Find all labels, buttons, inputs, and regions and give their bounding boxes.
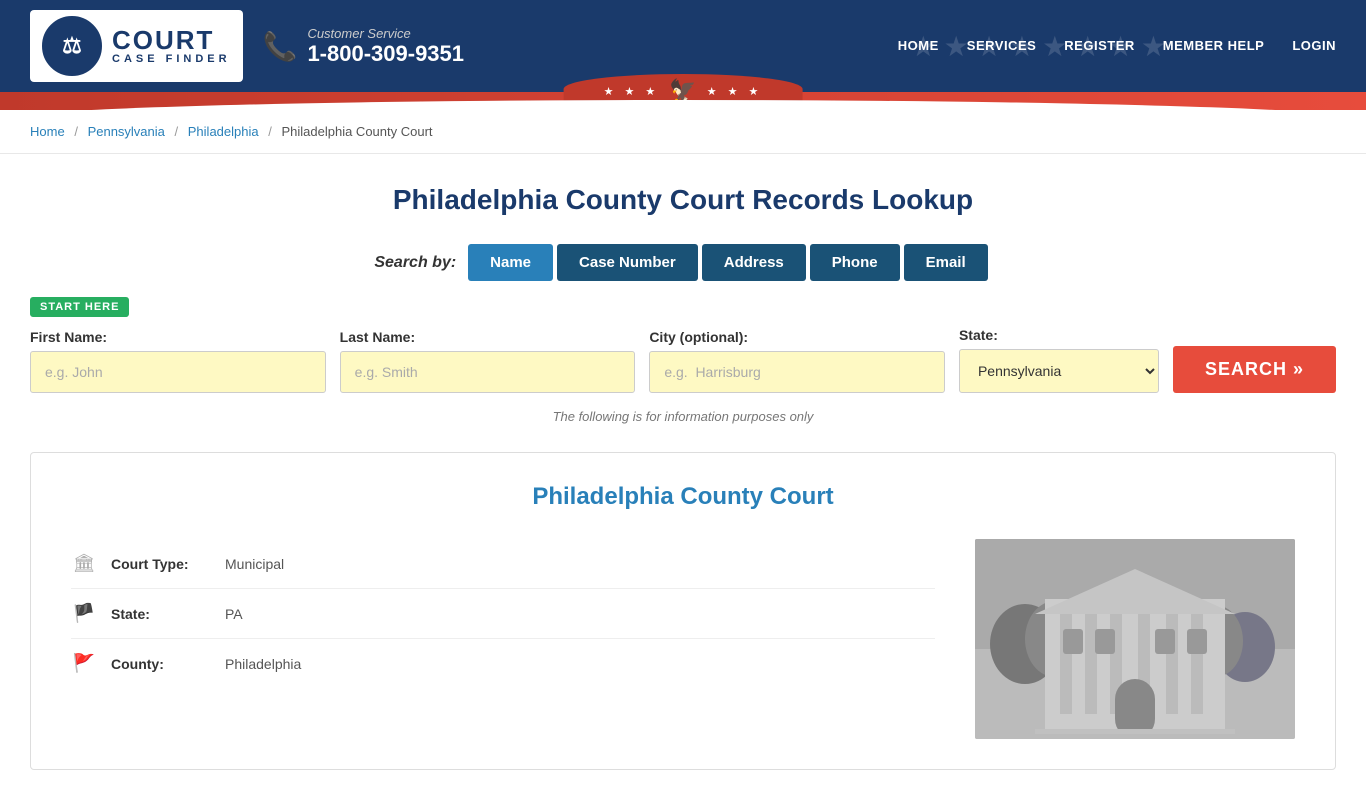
logo-court-text: COURT	[112, 27, 231, 53]
breadcrumb-sep-2: /	[175, 124, 179, 139]
search-form: First Name: Last Name: City (optional): …	[30, 327, 1336, 393]
city-input[interactable]	[649, 351, 945, 393]
search-form-area: START HERE First Name: Last Name: City (…	[30, 297, 1336, 393]
breadcrumb-pennsylvania[interactable]: Pennsylvania	[88, 124, 165, 139]
court-type-icon: 🏛	[71, 553, 97, 574]
last-name-field: Last Name:	[340, 329, 636, 393]
nav-register[interactable]: REGISTER	[1064, 38, 1134, 55]
search-by-label: Search by:	[374, 254, 456, 272]
logo-sub-text: CASE FINDER	[112, 53, 231, 65]
court-info-body: 🏛 Court Type: Municipal 🏴 State: PA 🚩 Co…	[71, 539, 1295, 739]
search-button[interactable]: SEARCH »	[1173, 346, 1336, 393]
last-name-label: Last Name:	[340, 329, 636, 345]
eagle-icon: 🦅	[669, 78, 696, 104]
cs-info: Customer Service 1-800-309-9351	[307, 26, 464, 67]
court-type-label: Court Type:	[111, 556, 211, 572]
state-field: State: Pennsylvania AlabamaAlaskaArizona…	[959, 327, 1159, 393]
breadcrumb-philadelphia[interactable]: Philadelphia	[188, 124, 259, 139]
court-details: 🏛 Court Type: Municipal 🏴 State: PA 🚩 Co…	[71, 539, 935, 688]
main-nav: HOME SERVICES REGISTER MEMBER HELP LOGIN	[898, 38, 1336, 55]
page-title: Philadelphia County Court Records Lookup	[30, 184, 1336, 216]
eagle-banner: ★ ★ ★ 🦅 ★ ★ ★	[564, 74, 803, 104]
wave-bar: ★ ★ ★ 🦅 ★ ★ ★	[0, 92, 1366, 110]
court-county-row: 🚩 County: Philadelphia	[71, 639, 935, 688]
court-card-title: Philadelphia County Court	[71, 483, 1295, 511]
star-right: ★ ★ ★	[707, 85, 763, 98]
court-image	[975, 539, 1295, 739]
nav-login[interactable]: LOGIN	[1292, 38, 1336, 55]
start-here-badge: START HERE	[30, 297, 129, 317]
first-name-label: First Name:	[30, 329, 326, 345]
nav-services[interactable]: SERVICES	[967, 38, 1037, 55]
breadcrumb-sep-1: /	[74, 124, 78, 139]
star-left: ★ ★ ★	[604, 85, 660, 98]
state-select[interactable]: Pennsylvania AlabamaAlaskaArizonaArkansa…	[959, 349, 1159, 393]
main-content: Philadelphia County Court Records Lookup…	[0, 154, 1366, 800]
court-card: Philadelphia County Court 🏛 Court Type: …	[30, 452, 1336, 770]
search-by-row: Search by: Name Case Number Address Phon…	[30, 244, 1336, 281]
nav-home[interactable]: HOME	[898, 38, 939, 55]
breadcrumb-current: Philadelphia County Court	[281, 124, 432, 139]
court-state-row: 🏴 State: PA	[71, 589, 935, 639]
info-text: The following is for information purpose…	[30, 409, 1336, 424]
search-btn-wrap: SEARCH »	[1173, 346, 1336, 393]
breadcrumb-home[interactable]: Home	[30, 124, 65, 139]
tab-case-number[interactable]: Case Number	[557, 244, 698, 281]
phone-icon: 📞	[263, 30, 298, 63]
state-label: State:	[959, 327, 1159, 343]
logo-text: COURT CASE FINDER	[112, 27, 231, 65]
customer-service: 📞 Customer Service 1-800-309-9351	[263, 26, 464, 67]
court-state-value: PA	[225, 606, 243, 622]
first-name-field: First Name:	[30, 329, 326, 393]
court-state-label: State:	[111, 606, 211, 622]
tab-name[interactable]: Name	[468, 244, 553, 281]
nav-member-help[interactable]: MEMBER HELP	[1163, 38, 1265, 55]
court-type-row: 🏛 Court Type: Municipal	[71, 539, 935, 589]
court-county-label: County:	[111, 656, 211, 672]
court-county-value: Philadelphia	[225, 656, 301, 672]
logo: ⚖ COURT CASE FINDER	[30, 10, 243, 82]
court-county-icon: 🚩	[71, 653, 97, 674]
breadcrumb-sep-3: /	[268, 124, 272, 139]
tab-email[interactable]: Email	[904, 244, 988, 281]
cs-phone: 1-800-309-9351	[307, 41, 464, 67]
cs-label: Customer Service	[307, 26, 464, 41]
last-name-input[interactable]	[340, 351, 636, 393]
city-field: City (optional):	[649, 329, 945, 393]
court-state-icon: 🏴	[71, 603, 97, 624]
header-left: ⚖ COURT CASE FINDER 📞 Customer Service 1…	[30, 10, 464, 82]
tab-phone[interactable]: Phone	[810, 244, 900, 281]
city-label: City (optional):	[649, 329, 945, 345]
court-type-value: Municipal	[225, 556, 284, 572]
logo-emblem: ⚖	[42, 16, 102, 76]
tab-address[interactable]: Address	[702, 244, 806, 281]
first-name-input[interactable]	[30, 351, 326, 393]
